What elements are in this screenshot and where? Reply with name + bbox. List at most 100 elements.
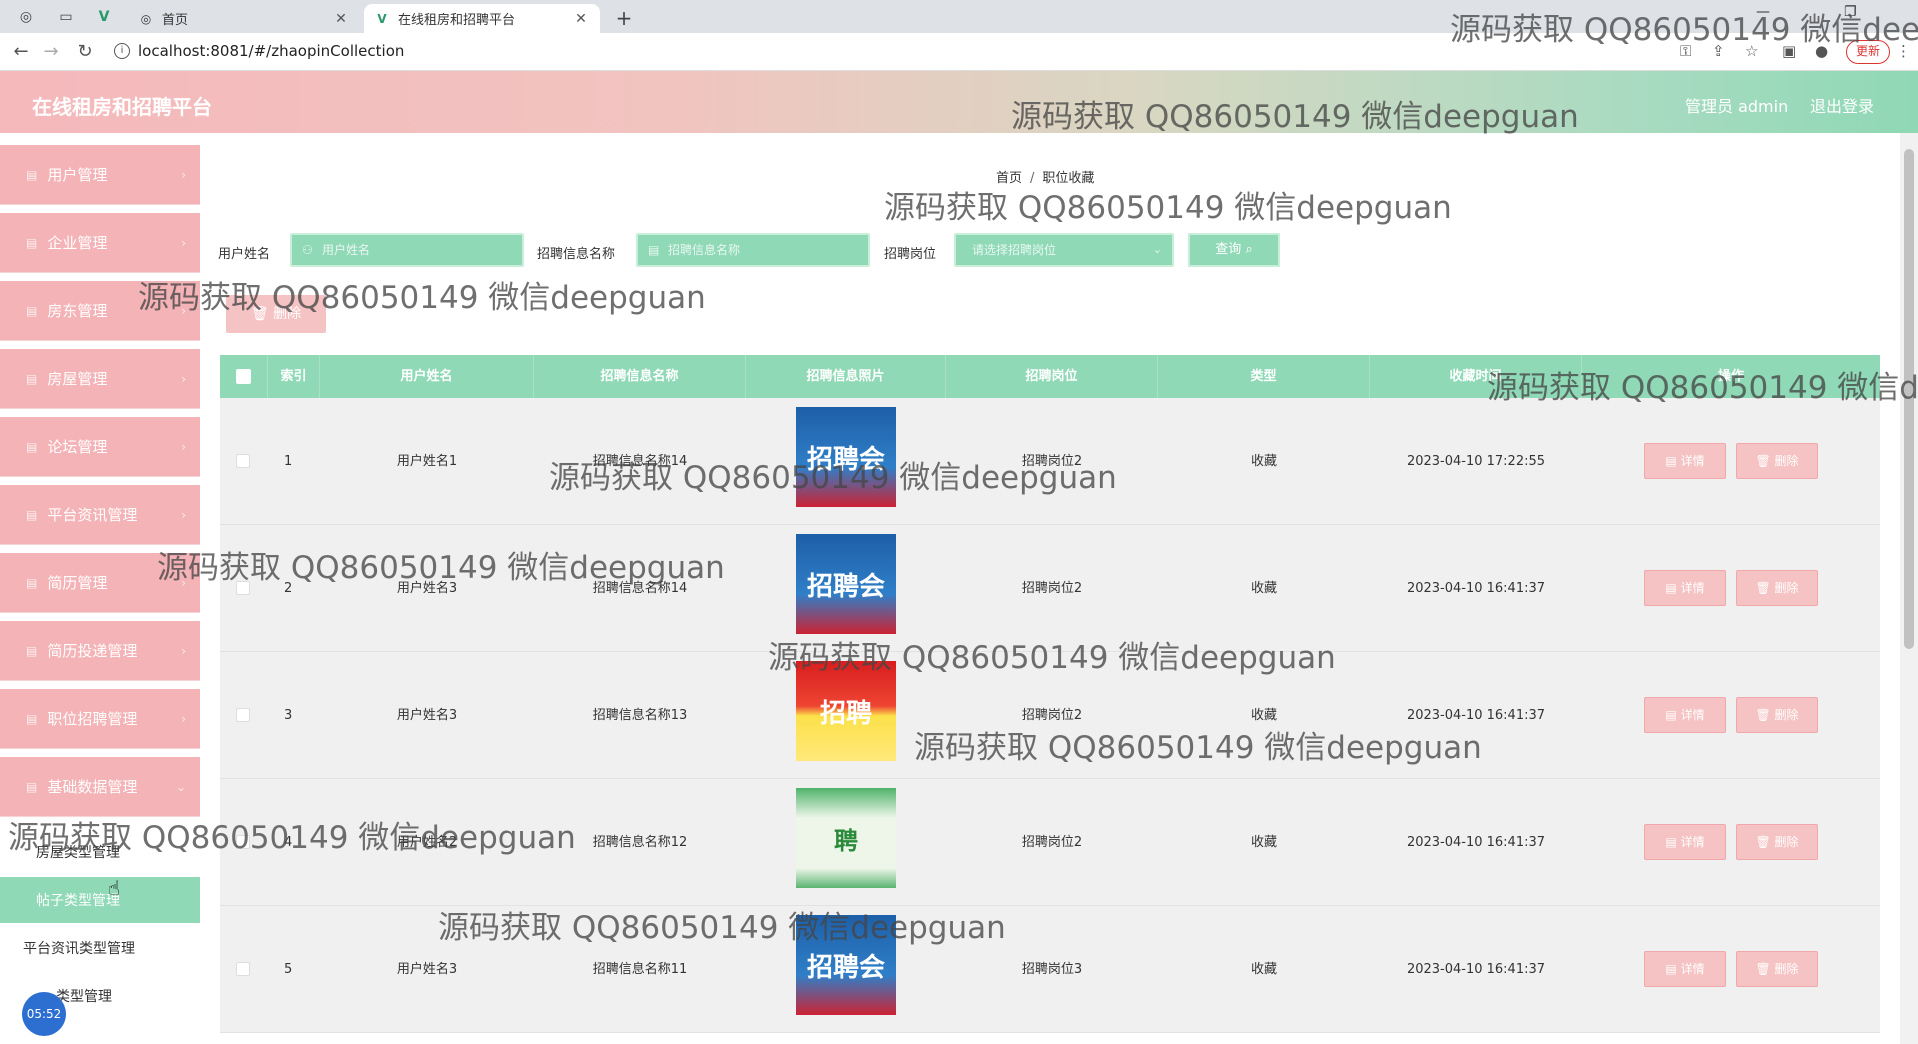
sidebar-item-label: 论坛管理 [47, 438, 108, 456]
batch-delete-button[interactable]: 🗑 删除 [226, 295, 326, 333]
row-checkbox[interactable] [236, 581, 250, 595]
cell-info-name: 招聘信息名称13 [592, 708, 688, 723]
delete-button[interactable]: 🗑 删除 [1736, 697, 1818, 733]
close-icon[interactable]: ✕ [572, 11, 590, 27]
update-button[interactable]: 更新 [1846, 40, 1890, 64]
logout-button[interactable]: 退出登录 [1810, 93, 1874, 117]
detail-button[interactable]: ▤ 详情 [1644, 824, 1726, 860]
row-checkbox[interactable] [236, 962, 250, 976]
sidebar-item-resumes[interactable]: ▤ 简历管理 › [0, 553, 200, 613]
detail-button[interactable]: ▤ 详情 [1644, 570, 1726, 606]
chevron-right-icon: › [181, 711, 186, 726]
page-scrollbar[interactable] [1900, 133, 1918, 1044]
cell-position: 招聘岗位3 [1021, 962, 1083, 977]
close-icon[interactable]: ✕ [332, 11, 350, 27]
sidebar-item-label: 简历管理 [47, 574, 108, 592]
cell-position: 招聘岗位2 [1021, 454, 1083, 469]
header-index: 索引 [268, 355, 320, 398]
sidebar-item-houses[interactable]: ▤ 房屋管理 › [0, 349, 200, 409]
chevron-right-icon: › [181, 303, 186, 318]
profile-icon[interactable]: ● [1815, 42, 1828, 60]
detail-icon: ▤ [1665, 835, 1677, 849]
new-tab-button[interactable]: + [612, 6, 636, 30]
header-info-photo: 招聘信息照片 [746, 355, 946, 398]
poster-image[interactable]: 聘 [796, 788, 896, 888]
sidebar-subitem-label: 房屋类型管理 [36, 845, 120, 861]
sidebar-item-base-data[interactable]: ▤ 基础数据管理 ⌄ [0, 757, 200, 817]
browser-tab-bar: ◎ ▭ V ◎ 首页 ✕ V 在线租房和招聘平台 ✕ + — ❐ [0, 0, 1918, 33]
reload-icon[interactable]: ↻ [74, 41, 96, 62]
chevron-right-icon: › [181, 371, 186, 386]
sidebar-item-companies[interactable]: ▤ 企业管理 › [0, 213, 200, 273]
cell-collect-time: 2023-04-10 16:41:37 [1406, 835, 1546, 850]
sidebar-item-label: 平台资讯管理 [47, 506, 138, 524]
menu-icon[interactable]: ⋮ [1896, 42, 1911, 60]
star-icon[interactable]: ☆ [1745, 42, 1758, 60]
breadcrumb-home[interactable]: 首页 [996, 171, 1022, 186]
app-header: 在线租房和招聘平台 管理员 admin 退出登录 [0, 71, 1918, 133]
sidepanel-icon[interactable]: ▣ [1782, 42, 1796, 60]
delete-button[interactable]: 🗑 删除 [1736, 824, 1818, 860]
position-select[interactable]: 请选择招聘岗位 ⌄ [954, 233, 1174, 267]
sidebar-item-label: 用户管理 [47, 166, 108, 184]
poster-image[interactable]: 招聘会 [796, 534, 896, 634]
sidebar-subitem-news-types[interactable]: 平台资讯类型管理 [0, 925, 200, 971]
url-field[interactable]: i localhost:8081/#/zhaopinCollection [114, 42, 404, 60]
delete-button[interactable]: 🗑 删除 [1736, 443, 1818, 479]
sidebar-item-landlords[interactable]: ▤ 房东管理 › [0, 281, 200, 341]
cell-position: 招聘岗位2 [1021, 708, 1083, 723]
maximize-icon[interactable]: ❐ [1844, 4, 1857, 20]
user-name-input[interactable]: ⚇ 用户姓名 [290, 233, 524, 267]
sidebar-item-label: 房东管理 [47, 302, 108, 320]
row-checkbox[interactable] [236, 835, 250, 849]
row-checkbox[interactable] [236, 454, 250, 468]
table-row: 3 用户姓名3 招聘信息名称13 招聘 招聘岗位2 收藏 2023-04-10 … [220, 652, 1880, 779]
select-all-checkbox[interactable] [236, 369, 251, 384]
minimize-icon[interactable]: — [1756, 4, 1770, 20]
vue-tab-icon[interactable]: V [92, 6, 116, 28]
sidebar-subitem-post-types[interactable]: 帖子类型管理 [0, 877, 200, 923]
sidebar-subitem-house-types[interactable]: 房屋类型管理 [0, 829, 200, 875]
trash-icon: 🗑 [250, 306, 269, 322]
document-icon: ▤ [648, 243, 660, 257]
key-icon[interactable]: ⚿ [1680, 42, 1691, 60]
detail-button[interactable]: ▤ 详情 [1644, 443, 1726, 479]
chevron-right-icon: › [181, 439, 186, 454]
sidebar-item-news[interactable]: ▤ 平台资讯管理 › [0, 485, 200, 545]
poster-image[interactable]: 招聘会 [796, 915, 896, 1015]
delete-label: 删除 [1774, 454, 1799, 468]
info-icon[interactable]: i [114, 43, 130, 59]
clock-badge: 05:52 [22, 992, 66, 1036]
detail-label: 详情 [1680, 581, 1705, 595]
poster-text: 招聘会 [806, 571, 885, 602]
delete-label: 删除 [1774, 962, 1799, 976]
chevron-right-icon: › [181, 235, 186, 250]
pinned-tab-icon[interactable]: ◎ [14, 6, 38, 28]
detail-button[interactable]: ▤ 详情 [1644, 951, 1726, 987]
row-checkbox[interactable] [236, 708, 250, 722]
chevron-right-icon: › [181, 507, 186, 522]
sidebar-item-label: 简历投递管理 [47, 642, 138, 660]
detail-button[interactable]: ▤ 详情 [1644, 697, 1726, 733]
sidebar-item-resume-delivery[interactable]: ▤ 简历投递管理 › [0, 621, 200, 681]
back-icon[interactable]: ← [10, 41, 32, 62]
share-icon[interactable]: ⇪ [1712, 42, 1725, 60]
query-button[interactable]: 查询 ⌕ [1188, 233, 1280, 267]
scrollbar-thumb[interactable] [1904, 149, 1914, 649]
sidebar-item-forum[interactable]: ▤ 论坛管理 › [0, 417, 200, 477]
cell-info-name: 招聘信息名称14 [592, 454, 688, 469]
browser-tab-platform[interactable]: V 在线租房和招聘平台 ✕ [364, 4, 600, 33]
cell-position: 招聘岗位2 [1021, 581, 1083, 596]
browser-tab-home[interactable]: ◎ 首页 ✕ [128, 4, 360, 33]
sidebar-item-users[interactable]: ▤ 用户管理 › [0, 145, 200, 205]
delete-button[interactable]: 🗑 删除 [1736, 951, 1818, 987]
forward-icon[interactable]: → [40, 41, 62, 62]
info-name-input[interactable]: ▤ 招聘信息名称 [636, 233, 870, 267]
detail-icon: ▤ [1665, 708, 1677, 722]
poster-image[interactable]: 招聘 [796, 661, 896, 761]
pinned-tab-icon[interactable]: ▭ [54, 6, 78, 28]
poster-image[interactable]: 招聘会 [796, 407, 896, 507]
table-row: 1 用户姓名1 招聘信息名称14 招聘会 招聘岗位2 收藏 2023-04-10… [220, 398, 1880, 525]
delete-button[interactable]: 🗑 删除 [1736, 570, 1818, 606]
sidebar-item-job-postings[interactable]: ▤ 职位招聘管理 › [0, 689, 200, 749]
